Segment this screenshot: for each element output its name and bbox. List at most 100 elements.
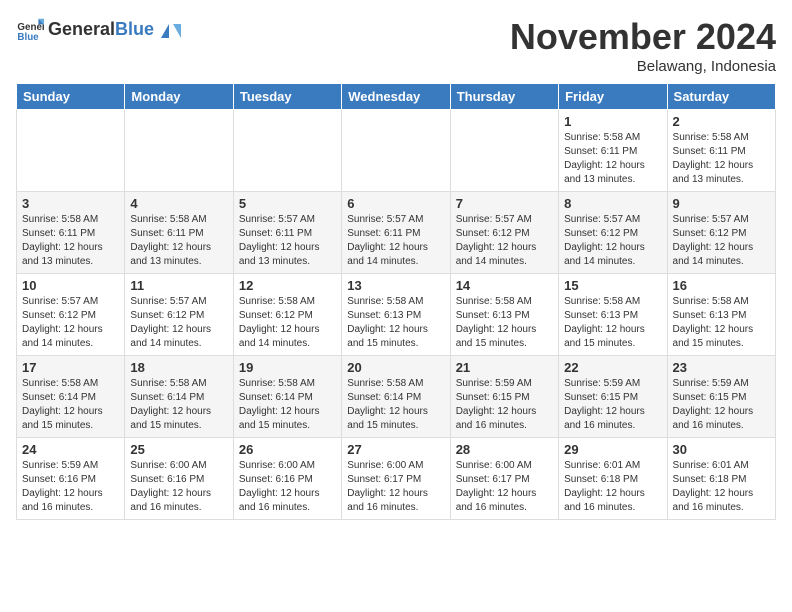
weekday-monday: Monday <box>125 84 233 110</box>
weekday-friday: Friday <box>559 84 667 110</box>
calendar-cell: 9 Sunrise: 5:57 AM Sunset: 6:12 PM Daylig… <box>667 192 775 274</box>
day-number: 17 <box>22 360 119 375</box>
day-number: 7 <box>456 196 553 211</box>
logo-icon: General Blue <box>16 16 44 44</box>
calendar-cell: 28 Sunrise: 6:00 AM Sunset: 6:17 PM Dayli… <box>450 438 558 520</box>
day-number: 18 <box>130 360 227 375</box>
day-info: Sunrise: 5:58 AM Sunset: 6:11 PM Dayligh… <box>564 131 661 187</box>
calendar-cell: 20 Sunrise: 5:58 AM Sunset: 6:14 PM Dayli… <box>342 356 450 438</box>
day-info: Sunrise: 6:00 AM Sunset: 6:17 PM Dayligh… <box>347 459 444 515</box>
day-info: Sunrise: 5:58 AM Sunset: 6:11 PM Dayligh… <box>673 131 770 187</box>
calendar-cell: 21 Sunrise: 5:59 AM Sunset: 6:15 PM Dayli… <box>450 356 558 438</box>
day-info: Sunrise: 6:00 AM Sunset: 6:16 PM Dayligh… <box>130 459 227 515</box>
page-header: General Blue GeneralBlue November 2024 B… <box>16 16 776 75</box>
day-info: Sunrise: 5:58 AM Sunset: 6:14 PM Dayligh… <box>347 377 444 433</box>
day-info: Sunrise: 5:57 AM Sunset: 6:12 PM Dayligh… <box>673 213 770 269</box>
day-info: Sunrise: 5:58 AM Sunset: 6:14 PM Dayligh… <box>22 377 119 433</box>
day-number: 22 <box>564 360 661 375</box>
day-number: 23 <box>673 360 770 375</box>
day-info: Sunrise: 6:00 AM Sunset: 6:17 PM Dayligh… <box>456 459 553 515</box>
calendar-cell: 27 Sunrise: 6:00 AM Sunset: 6:17 PM Dayli… <box>342 438 450 520</box>
day-number: 13 <box>347 278 444 293</box>
calendar-cell: 10 Sunrise: 5:57 AM Sunset: 6:12 PM Dayli… <box>17 274 125 356</box>
day-info: Sunrise: 5:58 AM Sunset: 6:13 PM Dayligh… <box>347 295 444 351</box>
day-number: 24 <box>22 442 119 457</box>
calendar-cell: 17 Sunrise: 5:58 AM Sunset: 6:14 PM Dayli… <box>17 356 125 438</box>
day-info: Sunrise: 5:57 AM Sunset: 6:12 PM Dayligh… <box>564 213 661 269</box>
day-number: 27 <box>347 442 444 457</box>
calendar-cell: 16 Sunrise: 5:58 AM Sunset: 6:13 PM Dayli… <box>667 274 775 356</box>
month-title: November 2024 <box>510 16 776 58</box>
day-info: Sunrise: 5:57 AM Sunset: 6:12 PM Dayligh… <box>130 295 227 351</box>
calendar-cell: 26 Sunrise: 6:00 AM Sunset: 6:16 PM Dayli… <box>233 438 341 520</box>
calendar-cell <box>17 110 125 192</box>
day-number: 20 <box>347 360 444 375</box>
day-info: Sunrise: 5:57 AM Sunset: 6:11 PM Dayligh… <box>239 213 336 269</box>
day-number: 1 <box>564 114 661 129</box>
calendar-cell <box>125 110 233 192</box>
calendar-cell: 8Sunrise: 5:57 AM Sunset: 6:12 PM Daylig… <box>559 192 667 274</box>
day-number: 30 <box>673 442 770 457</box>
weekday-thursday: Thursday <box>450 84 558 110</box>
day-info: Sunrise: 5:58 AM Sunset: 6:13 PM Dayligh… <box>673 295 770 351</box>
calendar-cell <box>342 110 450 192</box>
day-number: 3 <box>22 196 119 211</box>
logo-general: GeneralBlue <box>48 20 181 40</box>
day-info: Sunrise: 5:58 AM Sunset: 6:12 PM Dayligh… <box>239 295 336 351</box>
calendar-cell: 29 Sunrise: 6:01 AM Sunset: 6:18 PM Dayli… <box>559 438 667 520</box>
calendar-week-2: 3 Sunrise: 5:58 AM Sunset: 6:11 PM Daylig… <box>17 192 776 274</box>
day-number: 6 <box>347 196 444 211</box>
day-info: Sunrise: 5:58 AM Sunset: 6:11 PM Dayligh… <box>22 213 119 269</box>
calendar-cell <box>233 110 341 192</box>
calendar-cell: 19Sunrise: 5:58 AM Sunset: 6:14 PM Dayli… <box>233 356 341 438</box>
calendar-cell: 1 Sunrise: 5:58 AM Sunset: 6:11 PM Daylig… <box>559 110 667 192</box>
day-number: 21 <box>456 360 553 375</box>
calendar-table: SundayMondayTuesdayWednesdayThursdayFrid… <box>16 83 776 520</box>
calendar-cell: 18 Sunrise: 5:58 AM Sunset: 6:14 PM Dayli… <box>125 356 233 438</box>
location: Belawang, Indonesia <box>510 58 776 75</box>
day-number: 16 <box>673 278 770 293</box>
logo: General Blue GeneralBlue <box>16 16 181 44</box>
day-info: Sunrise: 5:59 AM Sunset: 6:15 PM Dayligh… <box>673 377 770 433</box>
calendar-cell <box>450 110 558 192</box>
calendar-cell: 13 Sunrise: 5:58 AM Sunset: 6:13 PM Dayli… <box>342 274 450 356</box>
calendar-week-5: 24 Sunrise: 5:59 AM Sunset: 6:16 PM Dayli… <box>17 438 776 520</box>
calendar-cell: 2 Sunrise: 5:58 AM Sunset: 6:11 PM Daylig… <box>667 110 775 192</box>
weekday-wednesday: Wednesday <box>342 84 450 110</box>
day-info: Sunrise: 5:57 AM Sunset: 6:12 PM Dayligh… <box>22 295 119 351</box>
day-info: Sunrise: 5:58 AM Sunset: 6:14 PM Dayligh… <box>239 377 336 433</box>
day-info: Sunrise: 5:58 AM Sunset: 6:13 PM Dayligh… <box>564 295 661 351</box>
calendar-cell: 3 Sunrise: 5:58 AM Sunset: 6:11 PM Daylig… <box>17 192 125 274</box>
day-info: Sunrise: 5:58 AM Sunset: 6:13 PM Dayligh… <box>456 295 553 351</box>
day-number: 4 <box>130 196 227 211</box>
calendar-cell: 6 Sunrise: 5:57 AM Sunset: 6:11 PM Daylig… <box>342 192 450 274</box>
day-number: 5 <box>239 196 336 211</box>
calendar-cell: 15 Sunrise: 5:58 AM Sunset: 6:13 PM Dayli… <box>559 274 667 356</box>
day-number: 26 <box>239 442 336 457</box>
day-number: 14 <box>456 278 553 293</box>
day-number: 29 <box>564 442 661 457</box>
weekday-saturday: Saturday <box>667 84 775 110</box>
day-number: 9 <box>673 196 770 211</box>
day-info: Sunrise: 5:58 AM Sunset: 6:14 PM Dayligh… <box>130 377 227 433</box>
calendar-cell: 22Sunrise: 5:59 AM Sunset: 6:15 PM Dayli… <box>559 356 667 438</box>
title-block: November 2024 Belawang, Indonesia <box>510 16 776 75</box>
weekday-tuesday: Tuesday <box>233 84 341 110</box>
day-number: 10 <box>22 278 119 293</box>
calendar-cell: 23 Sunrise: 5:59 AM Sunset: 6:15 PM Dayli… <box>667 356 775 438</box>
svg-text:Blue: Blue <box>17 32 39 43</box>
calendar-cell: 14 Sunrise: 5:58 AM Sunset: 6:13 PM Dayli… <box>450 274 558 356</box>
day-number: 15 <box>564 278 661 293</box>
day-info: Sunrise: 5:57 AM Sunset: 6:12 PM Dayligh… <box>456 213 553 269</box>
day-info: Sunrise: 5:59 AM Sunset: 6:15 PM Dayligh… <box>456 377 553 433</box>
day-info: Sunrise: 5:59 AM Sunset: 6:16 PM Dayligh… <box>22 459 119 515</box>
day-number: 28 <box>456 442 553 457</box>
day-info: Sunrise: 6:00 AM Sunset: 6:16 PM Dayligh… <box>239 459 336 515</box>
calendar-cell: 30Sunrise: 6:01 AM Sunset: 6:18 PM Dayli… <box>667 438 775 520</box>
weekday-header-row: SundayMondayTuesdayWednesdayThursdayFrid… <box>17 84 776 110</box>
calendar-cell: 11Sunrise: 5:57 AM Sunset: 6:12 PM Dayli… <box>125 274 233 356</box>
calendar-week-4: 17 Sunrise: 5:58 AM Sunset: 6:14 PM Dayli… <box>17 356 776 438</box>
day-info: Sunrise: 5:57 AM Sunset: 6:11 PM Dayligh… <box>347 213 444 269</box>
day-number: 2 <box>673 114 770 129</box>
day-info: Sunrise: 6:01 AM Sunset: 6:18 PM Dayligh… <box>564 459 661 515</box>
